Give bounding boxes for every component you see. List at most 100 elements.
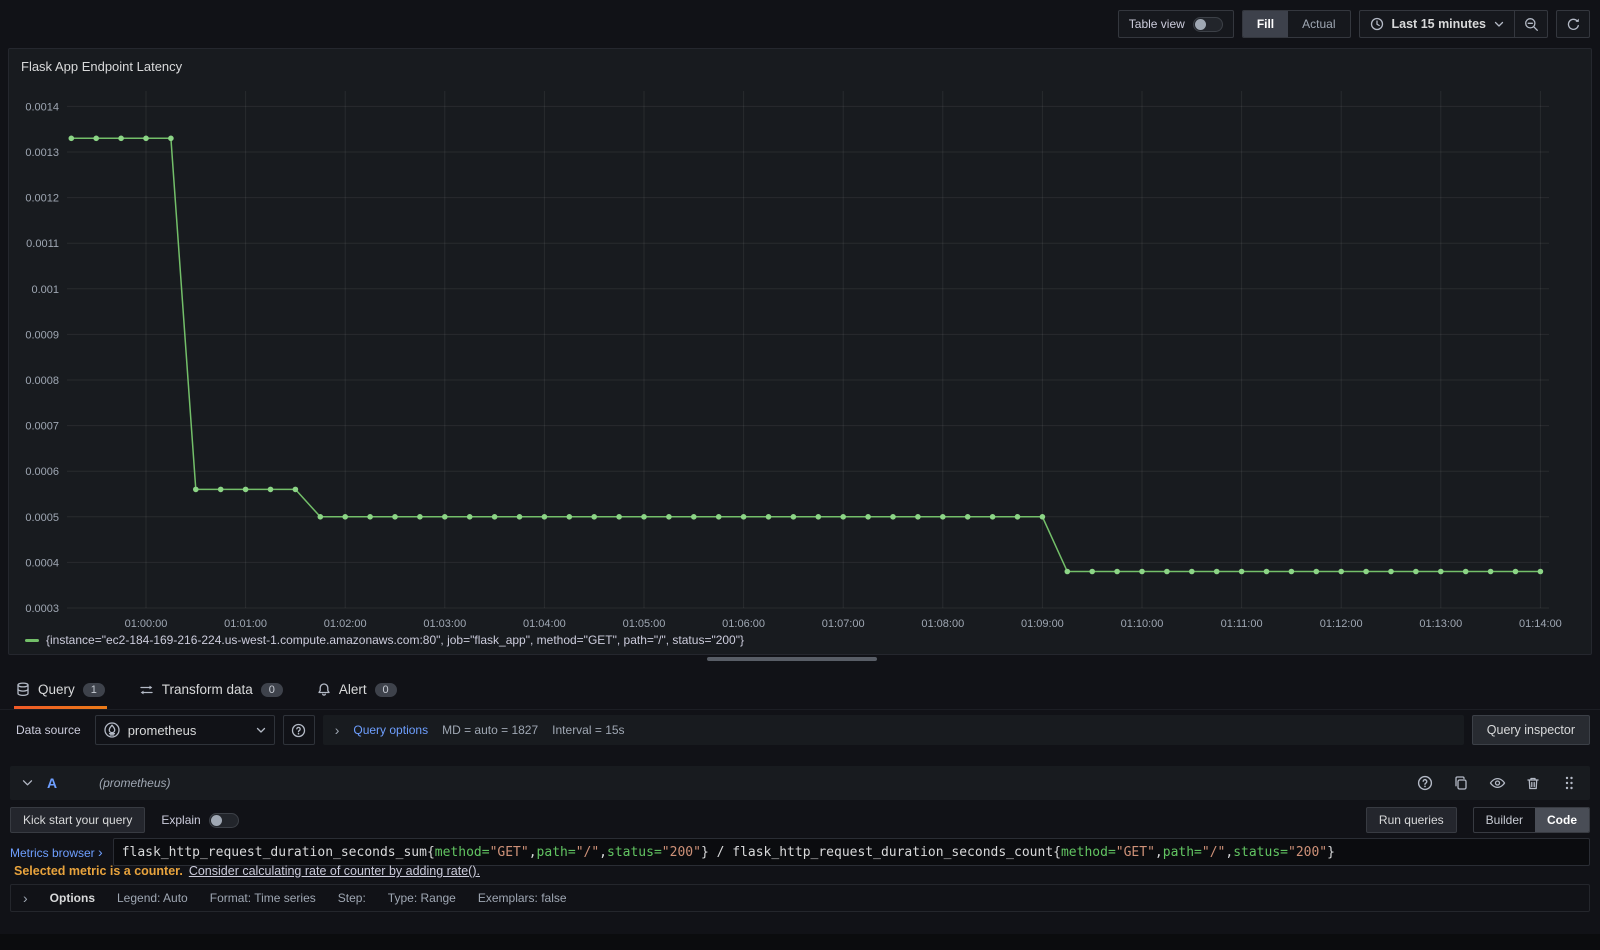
series-point [68,135,75,142]
query-token-punct: , [528,844,537,860]
series-point [940,514,946,520]
time-range-picker[interactable]: Last 15 minutes [1360,11,1514,37]
query-help-button[interactable] [1416,774,1434,792]
series-point [1537,568,1544,575]
chevron-right-icon[interactable]: › [23,890,28,906]
series-point [815,514,822,520]
query-options-interval: Interval = 15s [552,723,625,737]
refresh-button[interactable] [1557,11,1589,37]
builder-button[interactable]: Builder [1474,808,1535,832]
x-axis-tick: 01:02:00 [324,618,367,630]
chart-legend: {instance="ec2-184-169-216-224.us-west-1… [25,633,744,647]
x-axis-tick: 01:04:00 [523,618,566,630]
series-point [1413,568,1419,575]
query-token-string: "/" [575,844,600,860]
query-options-bar: › Query options MD = auto = 1827 Interva… [322,715,1464,745]
legend-series-label[interactable]: {instance="ec2-184-169-216-224.us-west-1… [46,633,744,647]
clock-icon [1370,17,1383,31]
query-token-string: "GET" [489,844,529,860]
table-view-toggle[interactable] [1192,16,1223,32]
explain-toggle[interactable] [208,812,239,828]
query-token-label: status= [1233,844,1288,860]
delete-query-button[interactable] [1524,774,1542,792]
y-axis-tick: 0.0012 [25,193,59,205]
y-axis-tick: 0.0005 [25,512,59,524]
tab-alert-count-badge: 0 [374,682,397,697]
y-axis-tick: 0.0008 [25,375,59,387]
timeseries-panel: Flask App Endpoint Latency 0.0003 0.0004 0… [8,48,1592,655]
table-view-toggle-item[interactable]: Table view [1119,11,1233,37]
datasource-value: prometheus [127,722,197,738]
fill-button[interactable]: Fill [1242,11,1289,37]
fill-actual-segmented: Fill Actual [1241,10,1351,38]
datasource-help-button[interactable] [282,715,315,745]
eye-icon [1489,777,1505,789]
y-axis-tick: 0.0006 [25,466,59,478]
kick-start-query-button[interactable]: Kick start your query [10,807,146,833]
help-circle-icon [292,723,306,737]
x-axis-tick: 01:03:00 [423,618,466,630]
run-queries-button[interactable]: Run queries [1365,807,1457,833]
chevron-right-icon: › [98,844,103,860]
series-point [666,514,672,520]
timeseries-chart[interactable]: 0.0003 0.0004 0.0005 0.0006 0.0007 0.0008 0.00… [9,71,1593,631]
series-point [1089,568,1095,575]
series-point [691,514,697,520]
series-point [93,135,99,142]
duplicate-query-button[interactable] [1452,774,1470,792]
refresh-group [1556,10,1590,38]
query-ref-id[interactable]: A [47,775,57,791]
legend-series-swatch [25,638,39,642]
x-axis-tick: 01:08:00 [921,618,964,630]
query-token-label: path= [1162,844,1202,860]
actual-button[interactable]: Actual [1288,11,1349,37]
series-point [641,514,647,520]
collapse-chevron-icon[interactable] [22,779,33,787]
footer-strip [0,934,1600,950]
series-line [71,137,1541,573]
tab-transform-data[interactable]: Transform data 0 [137,682,285,709]
query-token-string: "200" [661,844,701,860]
drag-query-handle[interactable] [1560,774,1578,792]
x-axis-tick: 01:06:00 [722,618,765,630]
zoom-out-button[interactable] [1515,11,1547,37]
toggle-query-visibility-button[interactable] [1488,774,1506,792]
tab-query[interactable]: Query 1 [14,682,107,709]
series-point [790,514,797,520]
options-summary-item: Format: Time series [209,891,316,905]
panel-toolbar: Table view Fill Actual Last 15 minutes [1117,10,1590,38]
series-point [1388,568,1394,575]
datasource-row: Data source prometheus › Query options M… [0,714,1600,746]
tab-alert[interactable]: Alert 0 [315,682,399,709]
query-token-punct: , [599,844,607,860]
query-row-header[interactable]: A (prometheus) [10,766,1590,800]
chevron-down-icon [1494,21,1504,27]
series-point [491,514,498,520]
query-options-link[interactable]: Query options [353,723,428,737]
series-point [566,514,573,520]
series-point [143,135,149,142]
query-token-punct: , [1154,844,1163,860]
datasource-select[interactable]: prometheus [94,715,275,745]
drag-handle-icon [1565,776,1573,790]
series-point [616,514,622,520]
metrics-browser-link[interactable]: Metrics browser › [10,844,103,860]
options-summary: Legend: Auto Format: Time series Step: Type… [117,891,567,905]
splitter-drag-handle[interactable] [707,657,877,661]
code-button[interactable]: Code [1535,808,1589,832]
warning-rate-link[interactable]: Consider calculating rate of counter by … [189,864,480,878]
options-summary-item: Step: [337,891,366,905]
query-token-label: path= [536,844,576,860]
time-range-label: Last 15 minutes [1391,17,1486,31]
series-point [591,514,597,520]
x-axis-tick: 01:07:00 [822,618,865,630]
y-axis-tick: 0.001 [31,284,59,296]
query-token-label: method= [434,844,490,860]
series-point [1338,568,1344,575]
zoom-out-icon [1524,17,1538,31]
options-summary-item: Exemplars: false [477,891,567,905]
query-inspector-button[interactable]: Query inspector [1471,715,1590,745]
query-options-collapsed[interactable]: › Options Legend: Auto Format: Time serie… [10,884,1590,912]
query-token-punct: } [1327,844,1335,860]
chevron-right-icon[interactable]: › [335,722,340,738]
